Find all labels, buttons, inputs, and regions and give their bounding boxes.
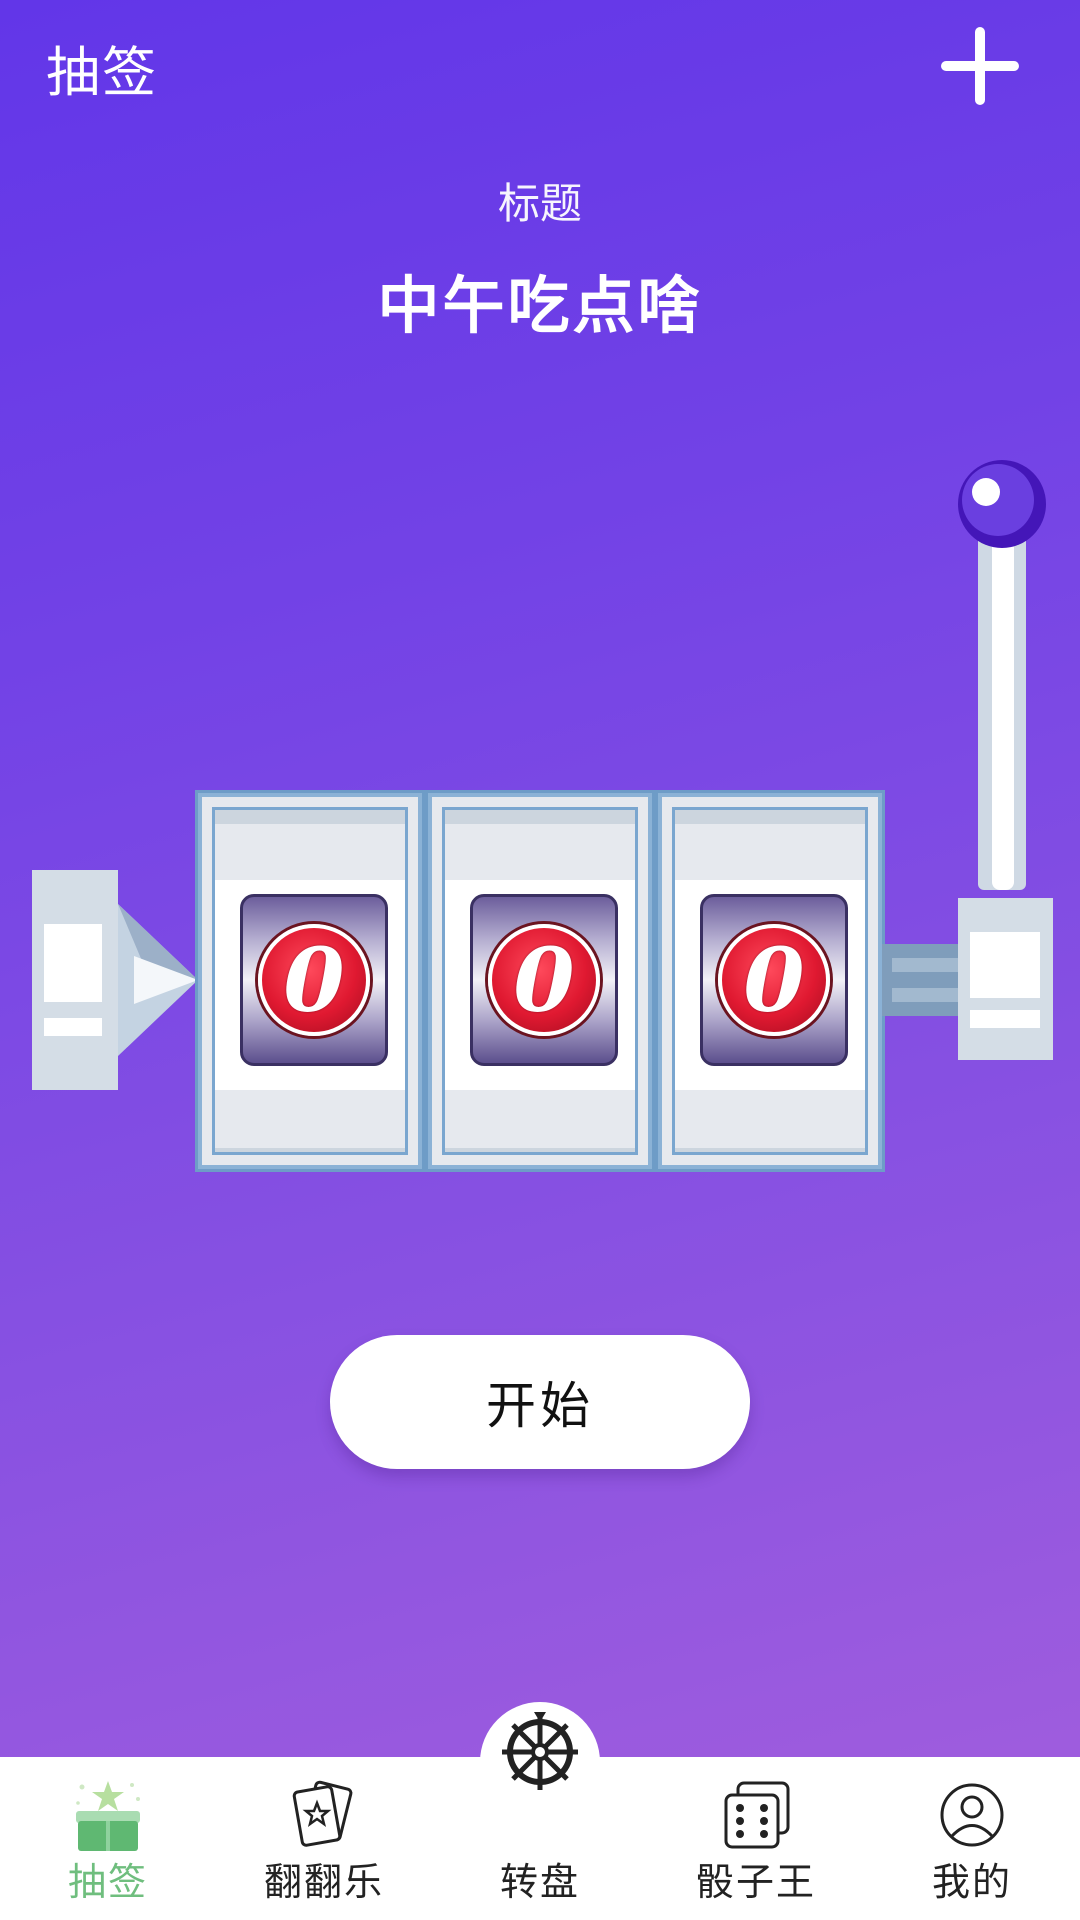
plus-icon [941, 27, 1019, 105]
tab-label: 翻翻乐 [263, 1860, 384, 1904]
add-button[interactable] [930, 18, 1030, 118]
draw-title: 中午吃点啥 [377, 269, 703, 342]
reel-tile: 0 [240, 894, 388, 1066]
reel-tile: 0 [700, 894, 848, 1066]
reel-1: 0 [195, 790, 425, 1172]
lever-knob-icon [958, 460, 1046, 548]
tab-lottery[interactable]: 抽签 [0, 1757, 216, 1920]
wheel-center-button[interactable] [480, 1702, 600, 1822]
tab-label: 转盘 [499, 1860, 580, 1904]
reel-2: 0 [425, 790, 655, 1172]
lever-connector [882, 944, 962, 1016]
tab-label: 骰子王 [695, 1860, 816, 1904]
user-icon [940, 1783, 1004, 1847]
lottery-box-icon [76, 1781, 140, 1851]
reel-digit: 0 [258, 924, 370, 1036]
reel-3: 0 [655, 790, 885, 1172]
lever-base [958, 898, 1053, 1060]
cards-icon [292, 1780, 353, 1847]
start-button[interactable]: 开始 [330, 1335, 750, 1469]
tab-dice[interactable]: 骰子王 [648, 1757, 864, 1920]
tab-label: 我的 [931, 1860, 1012, 1904]
tab-flip-cards[interactable]: 翻翻乐 [216, 1757, 432, 1920]
dice-icon [724, 1781, 790, 1849]
app-title: 抽签 [46, 41, 158, 104]
wheel-icon [502, 1712, 578, 1790]
slot-lever[interactable] [952, 460, 1054, 900]
reel-digit: 0 [488, 924, 600, 1036]
subtitle-label: 标题 [497, 179, 582, 228]
reel-digit: 0 [718, 924, 830, 1036]
app-screen: 抽签 标题 中午吃点啥 0 0 0 开始 抽签 翻翻乐 转盘 骰子王 我的 [0, 0, 1080, 1920]
tab-label: 抽签 [67, 1860, 148, 1904]
reel-tile: 0 [470, 894, 618, 1066]
left-pointer [32, 870, 198, 1090]
tab-profile[interactable]: 我的 [864, 1757, 1080, 1920]
